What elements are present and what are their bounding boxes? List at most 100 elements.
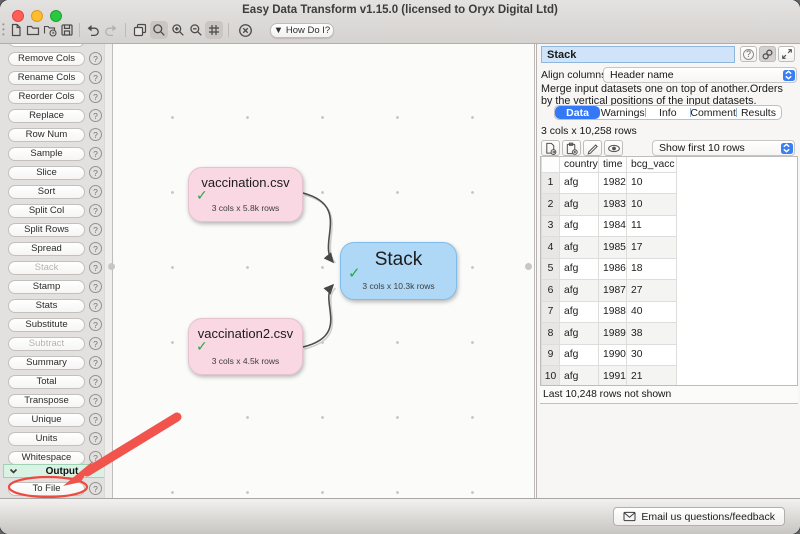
data-cell[interactable]: 10 — [627, 172, 677, 194]
sidebar-item-remove-cols[interactable]: Remove Cols — [8, 52, 85, 66]
help-icon[interactable]: ? — [89, 432, 102, 445]
node-stack[interactable]: Stack 3 cols x 10.3k rows — [340, 242, 457, 300]
data-cell[interactable]: 1986 — [599, 258, 627, 280]
help-icon[interactable]: ? — [89, 109, 102, 122]
sidebar-item-split-rows[interactable]: Split Rows — [8, 223, 85, 237]
row-number-cell[interactable]: 6 — [542, 280, 560, 302]
sidebar-item-replace[interactable]: Replace — [8, 109, 85, 123]
data-cell[interactable]: afg — [560, 301, 599, 323]
node-name-field[interactable]: Stack — [541, 46, 735, 63]
help-icon[interactable]: ? — [89, 318, 102, 331]
panel-link-button[interactable] — [759, 46, 776, 62]
paste-data-button[interactable] — [562, 140, 581, 156]
zoom-tool-button[interactable] — [150, 21, 168, 39]
sidebar-item-subtract[interactable]: Subtract — [8, 337, 85, 351]
new-file-button[interactable] — [7, 21, 25, 39]
sidebar-item-stats[interactable]: Stats — [8, 299, 85, 313]
node-vaccination2-csv[interactable]: vaccination2.csv 3 cols x 4.5k rows — [188, 318, 303, 375]
data-cell[interactable]: afg — [560, 366, 599, 387]
edit-data-button[interactable] — [583, 140, 602, 156]
row-number-cell[interactable]: 4 — [542, 237, 560, 259]
data-cell[interactable]: afg — [560, 258, 599, 280]
help-icon[interactable]: ? — [89, 223, 102, 236]
data-cell[interactable]: afg — [560, 344, 599, 366]
sidebar-item-spread[interactable]: Spread — [8, 242, 85, 256]
save-button[interactable] — [58, 21, 76, 39]
row-number-cell[interactable]: 7 — [542, 301, 560, 323]
help-icon[interactable]: ? — [89, 482, 102, 495]
preview-data-button[interactable] — [604, 140, 623, 156]
node-vaccination-csv[interactable]: vaccination.csv 3 cols x 5.8k rows — [188, 167, 303, 222]
panel-help-button[interactable]: ? — [740, 46, 757, 62]
help-icon[interactable]: ? — [89, 128, 102, 141]
help-icon[interactable]: ? — [89, 356, 102, 369]
help-icon[interactable]: ? — [89, 52, 102, 65]
help-icon[interactable]: ? — [89, 204, 102, 217]
help-icon[interactable]: ? — [89, 394, 102, 407]
align-columns-select[interactable]: Header name — [603, 67, 797, 83]
sidebar-item-stack[interactable]: Stack — [8, 261, 85, 275]
data-cell[interactable]: 17 — [627, 237, 677, 259]
row-number-cell[interactable]: 3 — [542, 215, 560, 237]
help-icon[interactable]: ? — [89, 71, 102, 84]
help-icon[interactable]: ? — [89, 375, 102, 388]
sidebar-item-transpose[interactable]: Transpose — [8, 394, 85, 408]
sidebar-item-split-col[interactable]: Split Col — [8, 204, 85, 218]
help-icon[interactable]: ? — [89, 280, 102, 293]
remove-item-button[interactable] — [236, 21, 254, 39]
open-recent-button[interactable] — [41, 21, 59, 39]
tab-warnings[interactable]: Warnings — [600, 106, 645, 119]
node-canvas[interactable]: vaccination.csv 3 cols x 5.8k rows vacci… — [114, 44, 535, 498]
column-header-time[interactable]: time — [599, 157, 627, 172]
tab-info[interactable]: Info — [645, 106, 690, 119]
sidebar-item-total[interactable]: Total — [8, 375, 85, 389]
toggle-grid-button[interactable] — [205, 21, 223, 39]
right-splitter-handle[interactable] — [525, 263, 532, 270]
sidebar-item-row-num[interactable]: Row Num — [8, 128, 85, 142]
data-preview-table[interactable]: countrytimebcg_vacc 1afg1982102afg198310… — [540, 156, 798, 386]
redo-button[interactable] — [102, 21, 120, 39]
help-icon[interactable]: ? — [89, 166, 102, 179]
zoom-out-button[interactable] — [187, 21, 205, 39]
row-number-cell[interactable]: 1 — [542, 172, 560, 194]
data-cell[interactable]: afg — [560, 280, 599, 302]
row-number-cell[interactable]: 10 — [542, 366, 560, 387]
sidebar-item-stamp[interactable]: Stamp — [8, 280, 85, 294]
show-rows-select[interactable]: Show first 10 rows — [652, 140, 795, 156]
data-cell[interactable]: 1982 — [599, 172, 627, 194]
sidebar-item-sample[interactable]: Sample — [8, 147, 85, 161]
tab-data[interactable]: Data — [555, 106, 600, 119]
data-cell[interactable]: afg — [560, 323, 599, 345]
data-cell[interactable]: 1985 — [599, 237, 627, 259]
data-cell[interactable]: 1988 — [599, 301, 627, 323]
tab-results[interactable]: Results — [736, 106, 781, 119]
sidebar-item-to-file[interactable]: To File — [8, 482, 85, 496]
help-icon[interactable]: ? — [89, 299, 102, 312]
sidebar-item-summary[interactable]: Summary — [8, 356, 85, 370]
sidebar-item-whitespace[interactable]: Whitespace — [8, 451, 85, 465]
help-icon[interactable]: ? — [89, 90, 102, 103]
data-cell[interactable]: afg — [560, 215, 599, 237]
duplicate-button[interactable] — [131, 21, 149, 39]
data-cell[interactable]: 1991 — [599, 366, 627, 387]
help-icon[interactable]: ? — [89, 337, 102, 350]
data-cell[interactable]: 38 — [627, 323, 677, 345]
sidebar-item-unique[interactable]: Unique — [8, 413, 85, 427]
panel-expand-button[interactable] — [778, 46, 795, 62]
help-icon[interactable]: ? — [89, 261, 102, 274]
row-number-cell[interactable]: 8 — [542, 323, 560, 345]
copy-data-button[interactable] — [541, 140, 560, 156]
zoom-in-button[interactable] — [169, 21, 187, 39]
help-icon[interactable]: ? — [89, 242, 102, 255]
sidebar-scrollbar[interactable] — [104, 44, 112, 498]
data-cell[interactable]: 1989 — [599, 323, 627, 345]
data-cell[interactable]: 1983 — [599, 194, 627, 216]
data-cell[interactable]: 21 — [627, 366, 677, 387]
data-cell[interactable]: afg — [560, 194, 599, 216]
help-icon[interactable]: ? — [89, 147, 102, 160]
data-cell[interactable]: afg — [560, 237, 599, 259]
sidebar-item-slice[interactable]: Slice — [8, 166, 85, 180]
data-cell[interactable]: 1990 — [599, 344, 627, 366]
help-icon[interactable]: ? — [89, 451, 102, 464]
column-header-country[interactable]: country — [560, 157, 599, 172]
